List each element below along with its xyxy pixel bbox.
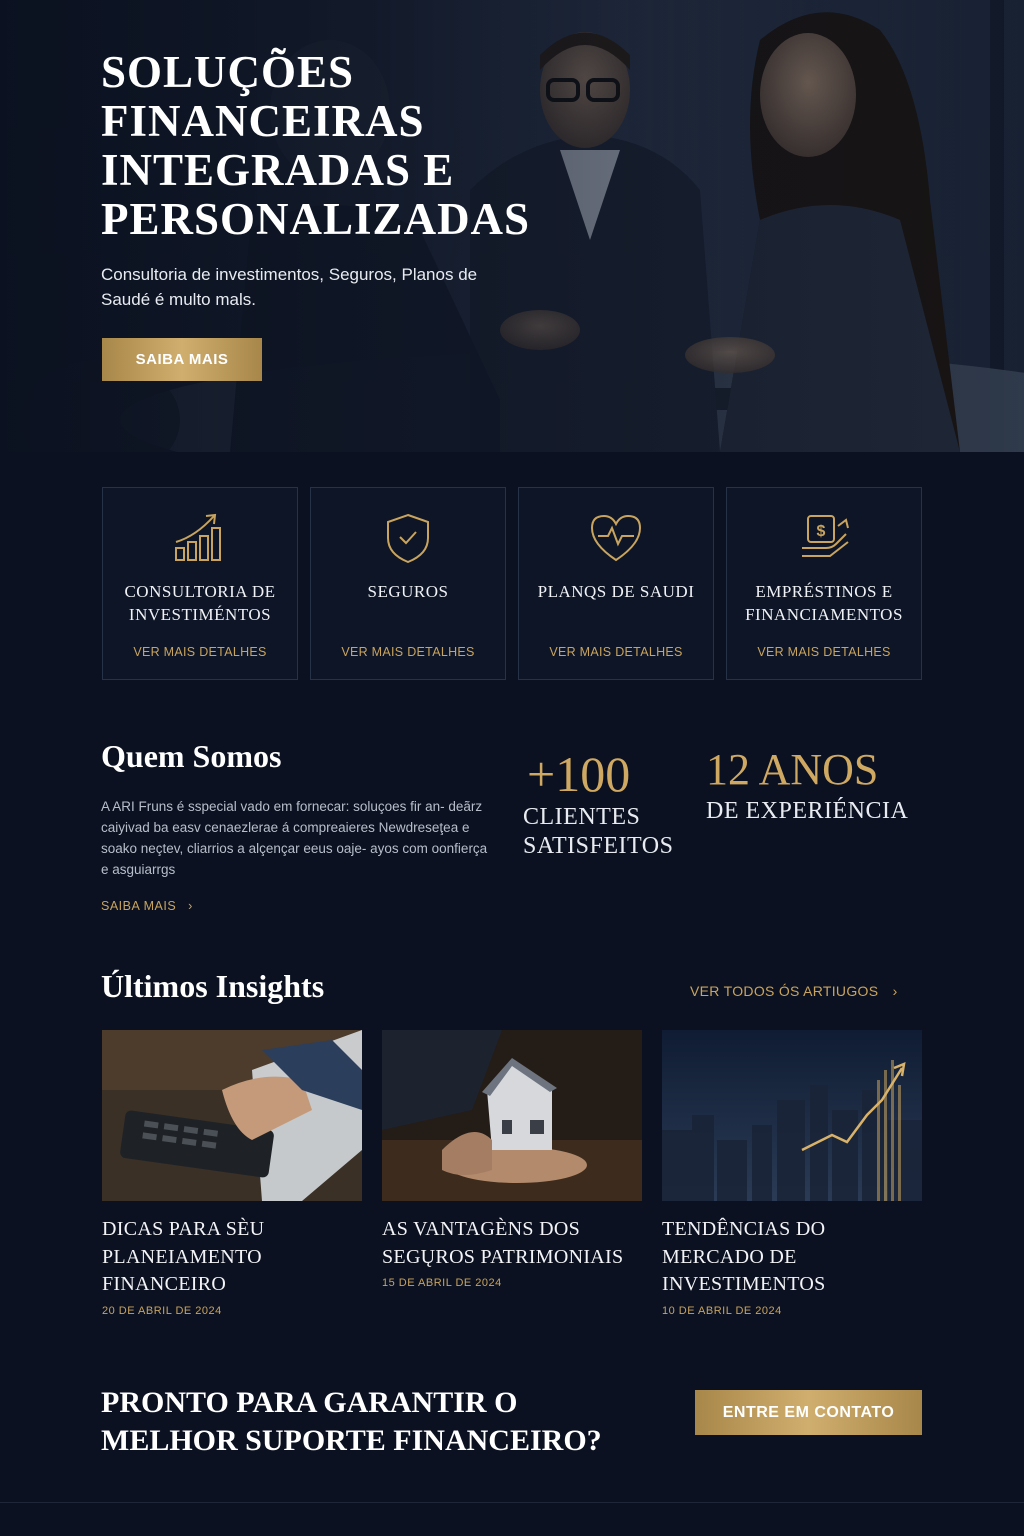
stat-clients-label-2: SATISFEITOS (523, 833, 674, 859)
chevron-right-icon: › (188, 899, 193, 913)
insights-title: Últimos Insights (101, 968, 325, 1004)
ver-todos-artigos-link[interactable]: VER TODOS ÓS ARTIUGOS › (690, 983, 898, 999)
stat-clients-number: +100 (527, 746, 631, 802)
calculator-photo (102, 1030, 362, 1201)
service-card-seguros[interactable]: SEGUROS VER MAIS DETALHES (310, 487, 506, 680)
services-grid: CONSULTORIA DE INVESTIMÉNTOS VER MAIS DE… (102, 487, 922, 680)
shield-check-icon (311, 512, 505, 564)
service-title: PLANQS DE SAUDI (537, 582, 695, 601)
footer-divider (0, 1502, 1024, 1503)
quem-somos-title: Quem Somos (101, 738, 282, 774)
entre-em-contato-button[interactable]: ENTRE EM CONTATO (695, 1390, 922, 1435)
chevron-right-icon: › (892, 983, 898, 999)
article-date: 15 DE ABRIL DE 2024 (382, 1277, 502, 1289)
about-link-label: SAIBA MAIS (101, 899, 177, 913)
hero-subtitle: Consultoria de investimentos, Seguros, P… (101, 265, 478, 309)
service-title: CONSULTORIA DE INVESTIMÉNTOS (124, 582, 276, 624)
service-title: EMPRÉSTINOS E FINANCIAMENTOS (745, 582, 903, 624)
ver-mais-detalhes-link[interactable]: VER MAIS DETALHES (727, 645, 921, 659)
article-card[interactable]: DICAS PARA SÈU PLANEIAMENTO FINANCEIRO 2… (102, 1030, 362, 1317)
ver-mais-detalhes-link[interactable]: VER MAIS DETALHES (519, 645, 713, 659)
about-description: A ARI Fruns é sspecial vado em fornecar:… (101, 799, 488, 877)
ver-mais-detalhes-link[interactable]: VER MAIS DETALHES (103, 645, 297, 659)
hero-title: SOLUÇÕES FINANCEIRAS INTEGRADAS E PERSON… (101, 47, 531, 244)
article-date: 20 DE ABRIL DE 2024 (102, 1304, 222, 1317)
growth-chart-icon (103, 512, 297, 564)
service-card-emprestimos[interactable]: $ EMPRÉSTINOS E FINANCIAMENTOS VER MAIS … (726, 487, 922, 680)
article-card[interactable]: AS VANTAGÈNS DOS SEGŲROS PATRIMONIAIS 15… (382, 1030, 642, 1289)
about-saiba-mais-link[interactable]: SAIBA MAIS › (101, 899, 193, 913)
heart-pulse-icon (519, 512, 713, 564)
article-title: TENDÊNCIAS DO MERCADO DE INVESTIMENTOS (662, 1218, 826, 1295)
stat-years-label: DE EXPERIÉNCIA (706, 798, 909, 824)
view-all-label: VER TODOS ÓS ARTIUGOS (690, 983, 879, 999)
house-in-hands-photo (382, 1030, 642, 1201)
article-title: AS VANTAGÈNS DOS SEGŲROS PATRIMONIAIS (382, 1218, 624, 1268)
article-card[interactable]: TENDÊNCIAS DO MERCADO DE INVESTIMENTOS 1… (662, 1030, 922, 1317)
article-date: 10 DE ABRIL DE 2024 (662, 1304, 782, 1317)
stat-clients-label-1: CLIENTES (523, 804, 641, 830)
saiba-mais-button[interactable]: SAIBA MAIS (102, 338, 262, 381)
stat-years-number: 12 ANOS (706, 745, 879, 794)
article-title: DICAS PARA SÈU PLANEIAMENTO FINANCEIRO (102, 1218, 265, 1295)
svg-text:$: $ (817, 523, 826, 540)
service-card-planos-saude[interactable]: PLANQS DE SAUDI VER MAIS DETALHES (518, 487, 714, 680)
hero-section: SOLUÇÕES FINANCEIRAS INTEGRADAS E PERSON… (0, 0, 1024, 452)
ver-mais-detalhes-link[interactable]: VER MAIS DETALHES (311, 645, 505, 659)
cta-title: PRONTO PARA GARANTIR O MELHOR SUPORTE FI… (101, 1386, 602, 1457)
city-growth-photo (662, 1030, 922, 1201)
service-card-investimentos[interactable]: CONSULTORIA DE INVESTIMÉNTOS VER MAIS DE… (102, 487, 298, 680)
service-title: SEGUROS (367, 582, 449, 601)
money-exchange-icon: $ (727, 512, 921, 564)
